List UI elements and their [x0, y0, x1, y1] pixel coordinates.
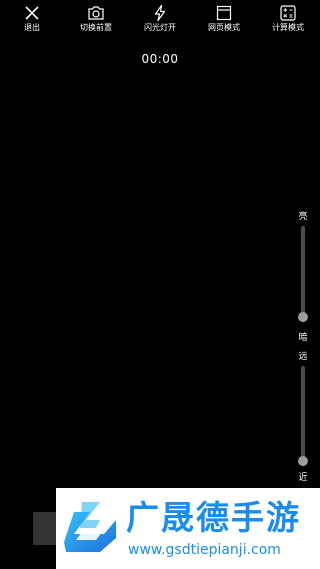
- watermark-banner: 广晟德手游 www.gsdtiepianji.com: [56, 488, 320, 569]
- brand-url: www.gsdtiepianji.com: [128, 542, 281, 558]
- calculator-mode-button[interactable]: 计算模式: [256, 4, 320, 33]
- switch-front-camera-button[interactable]: 切换前置: [64, 4, 128, 33]
- flash-icon: [128, 4, 192, 22]
- browser-window-icon: [192, 4, 256, 22]
- camera-switch-icon: [64, 4, 128, 22]
- web-mode-button[interactable]: 网页模式: [192, 4, 256, 33]
- zoom-far-label: 远: [298, 352, 308, 362]
- brightness-min-label: 暗: [298, 333, 308, 343]
- flash-toggle-label: 闪光灯开: [144, 23, 176, 32]
- calculator-mode-label: 计算模式: [272, 23, 304, 32]
- calculator-icon: [256, 4, 320, 22]
- exit-button[interactable]: 退出: [0, 4, 64, 33]
- exit-label: 退出: [24, 23, 40, 32]
- switch-front-camera-label: 切换前置: [80, 23, 112, 32]
- flash-toggle-button[interactable]: 闪光灯开: [128, 4, 192, 33]
- zoom-near-label: 近: [298, 473, 308, 483]
- brightness-max-label: 亮: [298, 212, 308, 222]
- brand-name: 广晟德手游: [126, 498, 301, 537]
- brightness-slider-thumb[interactable]: [298, 312, 308, 322]
- brightness-slider-track[interactable]: [301, 226, 305, 322]
- brand-logo-icon: [60, 498, 120, 556]
- zoom-slider-track[interactable]: [301, 366, 305, 466]
- zoom-slider-thumb[interactable]: [298, 456, 308, 466]
- close-icon: [0, 4, 64, 22]
- top-toolbar: 退出 切换前置 闪光灯开 网页模式 计算模式: [0, 0, 320, 40]
- web-mode-label: 网页模式: [208, 23, 240, 32]
- recording-timer: 00:00: [141, 52, 179, 66]
